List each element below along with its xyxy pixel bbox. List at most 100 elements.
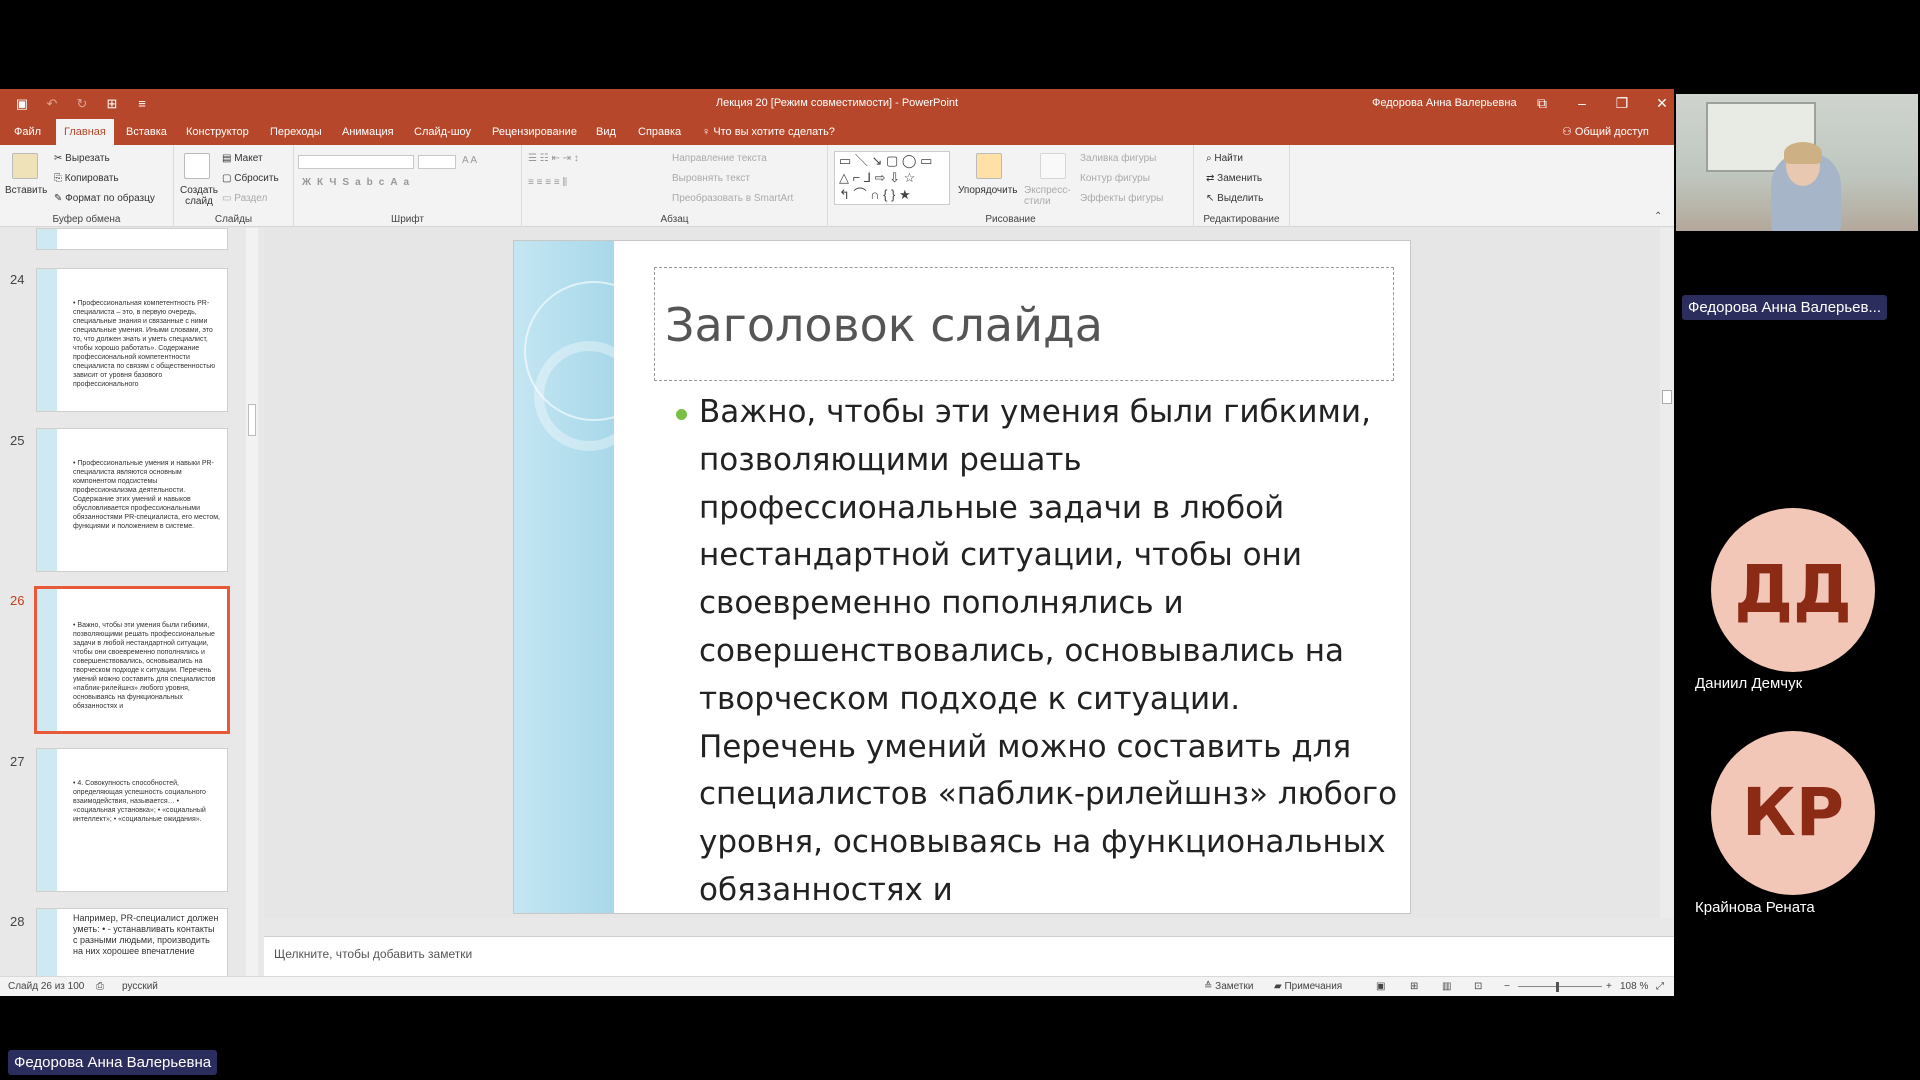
zoom-out-icon[interactable]: − bbox=[1504, 981, 1510, 992]
thumbnail-number: 27 bbox=[10, 754, 25, 769]
tab-insert[interactable]: Вставка bbox=[118, 119, 175, 145]
text-direction-button[interactable]: Направление текста bbox=[672, 153, 767, 164]
avatar-renata[interactable]: КР bbox=[1711, 731, 1875, 895]
share-button[interactable]: ⚇ Общий доступ bbox=[1562, 119, 1649, 145]
normal-view-icon[interactable]: ▣ bbox=[1376, 981, 1385, 992]
list-icons[interactable]: ☰ ☷ ⇤ ⇥ ↕ bbox=[528, 153, 579, 164]
tab-animations[interactable]: Анимация bbox=[334, 119, 402, 145]
group-label-slides: Слайды bbox=[214, 214, 253, 225]
fit-slide-icon[interactable]: ⤢ bbox=[1656, 981, 1664, 992]
slide-thumbnail-23[interactable] bbox=[36, 228, 228, 250]
tell-me-box[interactable]: ♀ Что вы хотите сделать? bbox=[694, 119, 843, 145]
deco-ring bbox=[534, 341, 644, 451]
notes-toggle[interactable]: ≙ Заметки bbox=[1204, 981, 1253, 992]
presenter-video[interactable] bbox=[1676, 94, 1918, 231]
slide-thumbnail-28[interactable]: Например, PR-специалист должен уметь: • … bbox=[36, 908, 228, 976]
participant-name: Крайнова Рената bbox=[1695, 899, 1815, 916]
title-placeholder[interactable]: Заголовок слайда bbox=[654, 267, 1394, 381]
zoom-slider[interactable] bbox=[1518, 986, 1602, 987]
tab-file[interactable]: Файл bbox=[6, 119, 49, 145]
cut-button[interactable]: ✂ Вырезать bbox=[54, 153, 110, 164]
slide-title[interactable]: Заголовок слайда bbox=[665, 298, 1103, 352]
replace-button[interactable]: ⇄ Заменить bbox=[1206, 173, 1262, 184]
slide-decoration bbox=[514, 241, 664, 913]
format-painter-label: Формат по образцу bbox=[65, 193, 155, 204]
font-size-box[interactable] bbox=[418, 155, 456, 169]
language-indicator[interactable]: русский bbox=[122, 981, 158, 992]
replace-label: Заменить bbox=[1217, 173, 1263, 184]
slide-thumbnail-27[interactable]: • 4. Совокупность способностей, определя… bbox=[36, 748, 228, 892]
thumbnail-number: 25 bbox=[10, 433, 25, 448]
zoom-in-icon[interactable]: + bbox=[1606, 981, 1612, 992]
slide-thumbnail-26-selected[interactable]: • Важно, чтобы эти умения были гибкими, … bbox=[34, 586, 230, 734]
scrollbar-thumb[interactable] bbox=[248, 404, 256, 436]
format-painter-button[interactable]: ✎ Формат по образцу bbox=[54, 193, 155, 204]
reset-button[interactable]: ▢ Сбросить bbox=[222, 173, 279, 184]
comments-toggle[interactable]: ▰ Примечания bbox=[1274, 981, 1342, 992]
tab-review[interactable]: Рецензирование bbox=[484, 119, 585, 145]
font-format-icons[interactable]: ЖКЧSabcAa bbox=[302, 177, 415, 188]
current-slide[interactable]: Заголовок слайда Важно, чтобы эти умения… bbox=[513, 240, 1411, 914]
signed-in-user[interactable]: Федорова Анна Валерьевна bbox=[1372, 97, 1517, 109]
paste-icon[interactable] bbox=[12, 153, 38, 179]
collapse-ribbon-icon[interactable]: ⌃ bbox=[1654, 211, 1662, 222]
video-person-hair bbox=[1784, 142, 1822, 164]
group-label-paragraph: Абзац bbox=[660, 214, 689, 225]
new-slide-icon[interactable] bbox=[184, 153, 210, 179]
thumbnail-scrollbar[interactable] bbox=[246, 228, 258, 976]
title-bar: ▣ ↶ ↻ ⊞ ≡ Лекция 20 [Режим совместимости… bbox=[0, 89, 1674, 119]
minimize-icon[interactable]: – bbox=[1562, 93, 1602, 113]
status-bar: Слайд 26 из 100 ⎙ русский ≙ Заметки ▰ Пр… bbox=[0, 976, 1674, 996]
tab-home[interactable]: Главная bbox=[56, 119, 114, 145]
notes-pane[interactable]: Щелкните, чтобы добавить заметки bbox=[264, 936, 1674, 976]
thumbnail-number: 26 bbox=[10, 593, 25, 608]
slide-body-text[interactable]: Важно, чтобы эти умения были гибкими, по… bbox=[699, 389, 1399, 913]
slide-thumbnail-25[interactable]: • Профессиональные умения и навыки PR-сп… bbox=[36, 428, 228, 572]
section-label: Раздел bbox=[234, 193, 268, 204]
zoom-slider-handle[interactable] bbox=[1556, 982, 1559, 992]
slideshow-view-icon[interactable]: ⊡ bbox=[1474, 981, 1482, 992]
tab-slideshow[interactable]: Слайд-шоу bbox=[406, 119, 479, 145]
smartart-button[interactable]: Преобразовать в SmartArt bbox=[672, 193, 793, 204]
align-icons[interactable]: ≡ ≡ ≡ ≡ ⫼ bbox=[528, 177, 567, 188]
shape-outline-button[interactable]: Контур фигуры bbox=[1080, 173, 1150, 184]
quick-styles-icon[interactable] bbox=[1040, 153, 1066, 179]
scrollbar-thumb[interactable] bbox=[1662, 390, 1672, 404]
tab-design[interactable]: Конструктор bbox=[178, 119, 257, 145]
shapes-gallery[interactable]: ▭ ＼ ↘ ▢ ◯ ▭ △ ⌐ ⅃ ⇨ ⇩ ☆ ↰ ⌒ ∩ { } ★ bbox=[834, 151, 950, 205]
new-slide-button[interactable]: Создать слайд bbox=[178, 185, 220, 207]
arrange-button[interactable]: Упорядочить bbox=[958, 185, 1018, 196]
bullet-icon bbox=[676, 409, 687, 420]
spellcheck-icon[interactable]: ⎙ bbox=[96, 981, 104, 992]
copy-button[interactable]: ⎘ Копировать bbox=[54, 173, 119, 184]
layout-button[interactable]: ▤ Макет bbox=[222, 153, 263, 164]
paste-button[interactable]: Вставить bbox=[5, 185, 47, 196]
find-button[interactable]: ⌕ Найти bbox=[1206, 153, 1243, 164]
slide-thumbnail-24[interactable]: • Профессиональная компетентность PR-спе… bbox=[36, 268, 228, 412]
select-button[interactable]: ↖ Выделить bbox=[1206, 193, 1263, 204]
thumb-decoration bbox=[37, 909, 57, 976]
avatar-daniil[interactable]: ДД bbox=[1711, 508, 1875, 672]
quick-styles-button[interactable]: Экспресс-стили bbox=[1024, 185, 1074, 207]
slide-sorter-icon[interactable]: ⊞ bbox=[1410, 981, 1418, 992]
close-icon[interactable]: ✕ bbox=[1642, 93, 1674, 113]
tab-help[interactable]: Справка bbox=[630, 119, 689, 145]
tab-transitions[interactable]: Переходы bbox=[262, 119, 330, 145]
person-icon: ⚇ bbox=[1562, 126, 1575, 138]
restore-icon[interactable]: ❐ bbox=[1602, 93, 1642, 113]
reading-view-icon[interactable]: ▥ bbox=[1442, 981, 1451, 992]
font-family-box[interactable] bbox=[298, 155, 414, 169]
ribbon-display-icon[interactable]: ⧉ bbox=[1522, 93, 1562, 113]
align-text-button[interactable]: Выровнять текст bbox=[672, 173, 750, 184]
slide-scrollbar[interactable] bbox=[1660, 228, 1674, 918]
font-grow-icon[interactable]: A A bbox=[462, 155, 477, 166]
section-button[interactable]: ▭ Раздел bbox=[222, 193, 267, 204]
copy-icon: ⎘ bbox=[54, 173, 65, 184]
zoom-level[interactable]: 108 % bbox=[1620, 981, 1648, 992]
shape-fill-button[interactable]: Заливка фигуры bbox=[1080, 153, 1156, 164]
shape-effects-button[interactable]: Эффекты фигуры bbox=[1080, 193, 1163, 204]
tab-view[interactable]: Вид bbox=[588, 119, 624, 145]
thumbnail-text: Например, PR-специалист должен уметь: • … bbox=[73, 913, 219, 956]
arrange-icon[interactable] bbox=[976, 153, 1002, 179]
reset-icon: ▢ bbox=[222, 173, 235, 184]
